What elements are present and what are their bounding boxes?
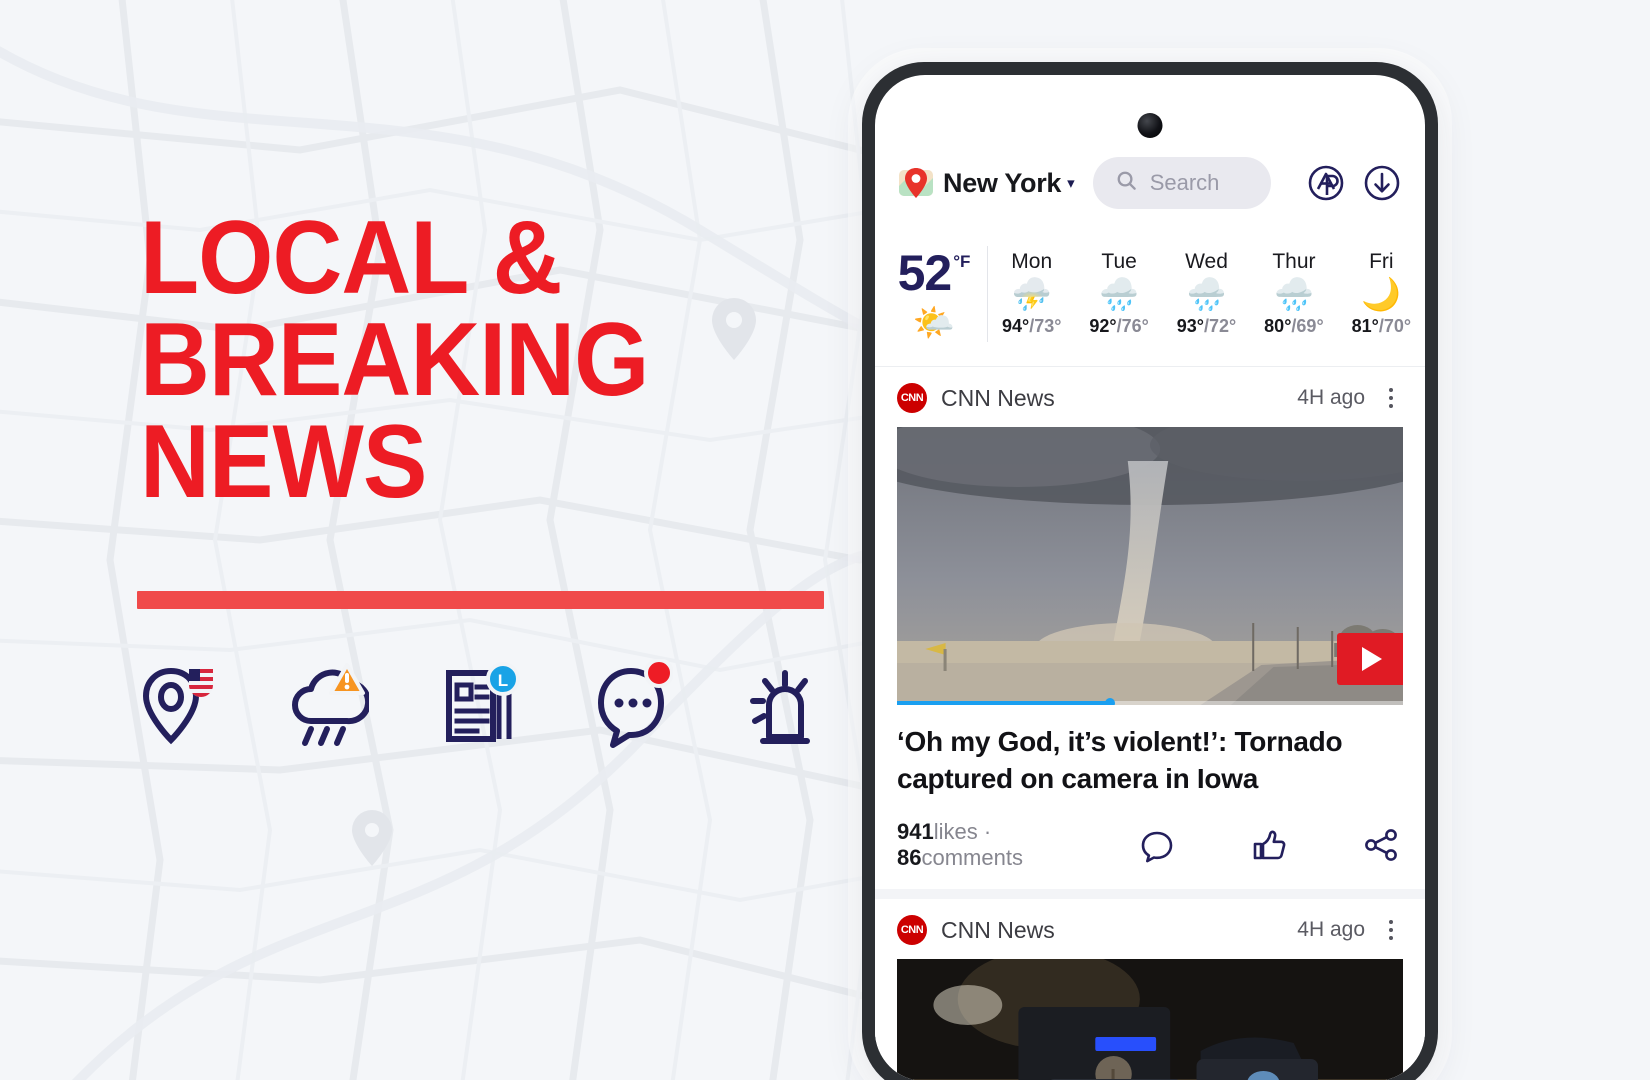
day-name: Mon	[1011, 250, 1053, 274]
comment-icon[interactable]	[1137, 825, 1177, 865]
timestamp: 4H ago	[1297, 918, 1365, 942]
news-feed[interactable]: CNN CNN News 4H ago ‘Oh my God, it’s vio…	[875, 367, 1425, 1080]
article-headline[interactable]: ‘Oh my God, it’s violent!’: Tornado capt…	[875, 705, 1425, 803]
front-camera	[1137, 113, 1163, 138]
day-high: 94°	[1001, 315, 1030, 336]
video-progress-knob[interactable]	[1104, 698, 1115, 705]
video-progress-fill	[897, 698, 1115, 705]
app-header: New York ▾ Search	[875, 145, 1425, 221]
newspaper-live-icon: L	[441, 659, 521, 751]
day-name: Tue	[1101, 250, 1137, 274]
day-high: 93°	[1176, 315, 1204, 336]
siren-icon	[745, 659, 825, 751]
day-name: Fri	[1369, 250, 1394, 274]
forecast-day[interactable]: Fri 🌙 81°/70°	[1338, 250, 1425, 337]
share-icon[interactable]	[1361, 825, 1401, 865]
rain-alert-icon	[289, 659, 369, 751]
forecast-day[interactable]: Thur 🌧️ 80°/69°	[1250, 250, 1337, 337]
rain-cloud-icon: 🌧️	[1099, 276, 1140, 313]
location-label: New York	[943, 167, 1062, 198]
weather-strip[interactable]: 52 °F 🌤️ Mon ⛈️ 94°/73° Tue 🌧️ 92°/76° W…	[875, 221, 1425, 367]
play-button[interactable]	[1337, 633, 1403, 685]
search-placeholder: Search	[1149, 170, 1220, 195]
day-low: 69°	[1296, 315, 1324, 336]
cnn-logo-text: CNN	[900, 924, 924, 937]
chevron-down-icon: ▾	[1067, 175, 1075, 192]
likes-count: 941	[897, 819, 934, 845]
forecast-days: Mon ⛈️ 94°/73° Tue 🌧️ 92°/76° Wed 🌧️ 93°…	[988, 250, 1425, 337]
card-header: CNN CNN News 4H ago	[875, 367, 1425, 427]
day-name: Thur	[1272, 250, 1316, 274]
video-thumbnail[interactable]	[897, 427, 1403, 705]
sun-behind-cloud-icon: 🌤️	[912, 303, 956, 342]
day-high: 80°	[1264, 315, 1292, 336]
card-separator	[875, 889, 1425, 900]
day-low: 72°	[1209, 315, 1237, 336]
title-underline-rule	[137, 591, 824, 609]
engagement-counts: 941likes · 86comments	[897, 819, 1123, 871]
more-options-icon[interactable]	[1379, 920, 1403, 941]
thunderstorm-icon: ⛈️	[1011, 276, 1052, 313]
timestamp: 4H ago	[1297, 386, 1365, 409]
search-input[interactable]: Search	[1092, 157, 1271, 209]
rain-cloud-icon: 🌧️	[1274, 276, 1314, 313]
search-icon	[1115, 169, 1138, 197]
day-low: 70°	[1383, 315, 1412, 336]
day-high: 92°	[1089, 315, 1117, 336]
day-low: 76°	[1121, 315, 1149, 336]
cnn-logo-text: CNN	[900, 392, 924, 404]
chat-notification-icon	[593, 659, 673, 751]
day-low: 73°	[1034, 315, 1062, 336]
current-temperature: 52	[897, 244, 953, 301]
forecast-day[interactable]: Mon ⛈️ 94°/73°	[988, 250, 1075, 337]
phone-frame: New York ▾ Search 52 °F 🌤️ Mon ⛈️ 94°/73…	[862, 62, 1438, 1080]
source-name: CNN News	[941, 384, 1055, 411]
forecast-day[interactable]: Tue 🌧️ 92°/76°	[1075, 250, 1162, 337]
current-weather: 52 °F 🌤️	[875, 248, 987, 340]
cnn-logo-icon: CNN	[897, 915, 927, 946]
source-name: CNN News	[941, 916, 1055, 943]
like-icon[interactable]	[1249, 825, 1289, 865]
map-pin-icon	[897, 164, 935, 202]
day-name: Wed	[1185, 250, 1228, 274]
location-selector[interactable]: New York ▾	[897, 164, 1075, 202]
comments-count: 86	[897, 845, 922, 871]
ap-logo-icon[interactable]	[1305, 162, 1347, 204]
cnn-logo-icon: CNN	[897, 383, 927, 413]
feature-icon-row: L	[137, 650, 837, 760]
more-options-icon[interactable]	[1379, 388, 1403, 408]
comments-label: comments	[921, 845, 1023, 871]
forecast-day[interactable]: Wed 🌧️ 93°/72°	[1163, 250, 1250, 337]
likes-label: likes	[933, 819, 978, 845]
engagement-row: 941likes · 86comments	[875, 803, 1425, 889]
card-header: CNN CNN News 4H ago	[875, 899, 1425, 959]
page-title: LOCAL & BREAKING NEWS	[140, 200, 649, 520]
news-card[interactable]: CNN CNN News 4H ago	[875, 367, 1425, 890]
rain-cloud-icon: 🌧️	[1186, 276, 1227, 313]
download-icon[interactable]	[1361, 162, 1403, 204]
moon-icon: 🌙	[1361, 276, 1402, 313]
video-progress-bar[interactable]	[897, 698, 1403, 705]
video-thumbnail[interactable]	[897, 959, 1403, 1080]
location-flag-icon	[137, 659, 217, 751]
play-triangle-icon	[1362, 647, 1382, 671]
day-high: 81°	[1351, 315, 1379, 336]
phone-screen: New York ▾ Search 52 °F 🌤️ Mon ⛈️ 94°/73…	[875, 75, 1425, 1080]
promo-panel: LOCAL & BREAKING NEWS L	[0, 0, 880, 1080]
news-card[interactable]: CNN CNN News 4H ago	[875, 899, 1425, 1080]
temperature-unit: °F	[953, 251, 971, 271]
svg-text:L: L	[498, 671, 508, 690]
phone-mockup: New York ▾ Search 52 °F 🌤️ Mon ⛈️ 94°/73…	[848, 48, 1452, 1080]
count-separator: ·	[983, 819, 992, 845]
